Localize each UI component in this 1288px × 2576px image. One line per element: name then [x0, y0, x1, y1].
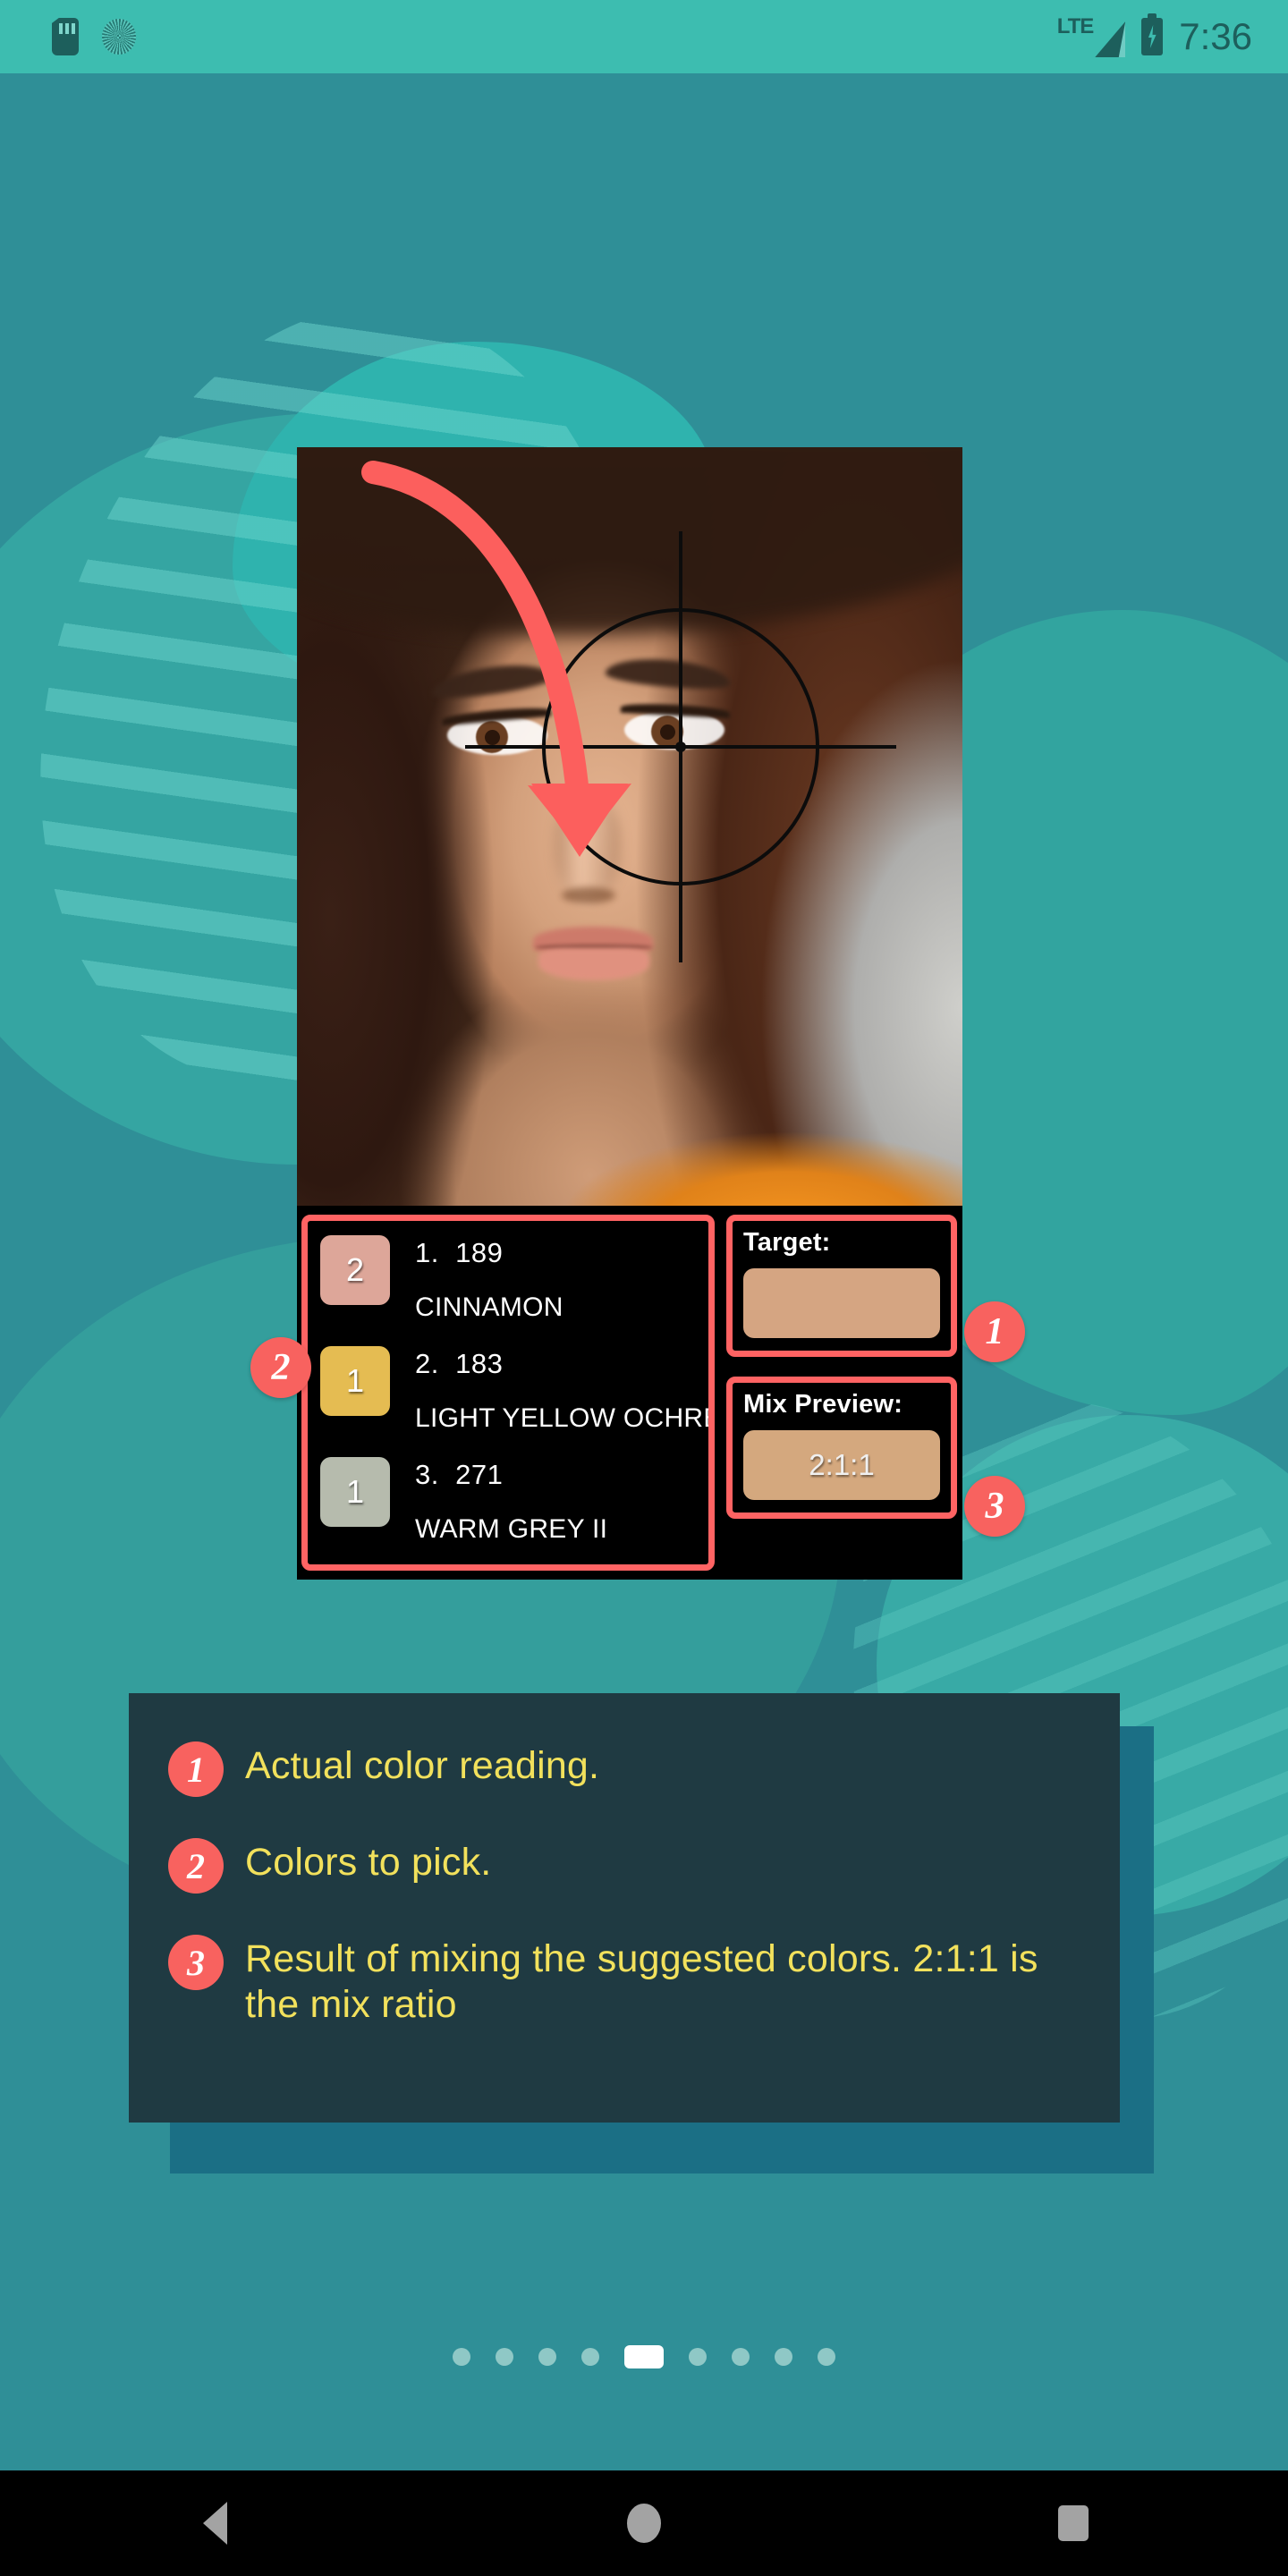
- status-bar-left-icons: [52, 18, 136, 55]
- app-screenshot-photo: [297, 447, 962, 1206]
- status-bar: LTE 7:36: [0, 0, 1288, 73]
- color-row[interactable]: 2 1. 189 CINNAMON: [320, 1230, 708, 1341]
- legend-badge: 3: [168, 1935, 224, 1990]
- legend-card: 1 Actual color reading. 2 Colors to pick…: [129, 1693, 1120, 2123]
- page-dot[interactable]: [453, 2348, 470, 2366]
- legend-text: Actual color reading.: [245, 1744, 600, 1787]
- legend-item: 3 Result of mixing the suggested colors.…: [168, 1933, 1084, 2027]
- page-dot[interactable]: [496, 2348, 513, 2366]
- preview-column: Target: Mix Preview: 2:1:1: [726, 1215, 957, 1519]
- page-dot[interactable]: [538, 2348, 556, 2366]
- back-triangle-icon: [202, 2502, 227, 2545]
- android-nav-bar: [0, 2470, 1288, 2576]
- color-name: CINNAMON: [415, 1292, 564, 1322]
- page-indicator[interactable]: [0, 2345, 1288, 2368]
- battery-charging-icon: [1141, 13, 1164, 55]
- nav-home-button[interactable]: [429, 2504, 859, 2543]
- color-swatch[interactable]: 1: [320, 1346, 390, 1416]
- page-dot[interactable]: [732, 2348, 750, 2366]
- status-bar-right-icons: LTE 7:36: [1057, 13, 1252, 57]
- legend-badge: 1: [168, 1741, 224, 1797]
- signal-icon: LTE: [1057, 16, 1126, 57]
- page-dot[interactable]: [581, 2348, 599, 2366]
- home-circle-icon: [627, 2504, 661, 2543]
- clock-label: 7:36: [1179, 15, 1252, 57]
- color-swatch[interactable]: 1: [320, 1457, 390, 1527]
- network-type-label: LTE: [1056, 14, 1095, 38]
- target-label: Target:: [743, 1228, 831, 1257]
- page-dot[interactable]: [775, 2348, 792, 2366]
- mix-preview-label: Mix Preview:: [743, 1390, 903, 1419]
- nav-back-button[interactable]: [0, 2502, 429, 2545]
- nav-recents-button[interactable]: [859, 2505, 1288, 2541]
- legend-item: 2 Colors to pick.: [168, 1836, 1084, 1894]
- callout-badge-1: 1: [964, 1301, 1025, 1362]
- recents-square-icon: [1058, 2505, 1089, 2541]
- legend-text: Colors to pick.: [245, 1841, 492, 1884]
- mix-preview-chip: 2:1:1: [743, 1430, 940, 1500]
- sync-circle-icon: [102, 19, 136, 55]
- color-name: WARM GREY II: [415, 1514, 608, 1544]
- sd-card-icon: [52, 18, 79, 55]
- legend-badge: 2: [168, 1838, 224, 1894]
- legend-text: Result of mixing the suggested colors. 2…: [245, 1937, 1038, 2026]
- color-index-code: 2. 183: [415, 1348, 504, 1379]
- color-swatch[interactable]: 2: [320, 1235, 390, 1305]
- color-row[interactable]: 1 3. 271 WARM GREY II: [320, 1452, 708, 1563]
- callout-badge-2: 2: [250, 1337, 311, 1398]
- color-index-code: 3. 271: [415, 1459, 504, 1490]
- callout-badge-3: 3: [964, 1476, 1025, 1537]
- color-name: LIGHT YELLOW OCHRE: [415, 1403, 715, 1433]
- legend-item: 1 Actual color reading.: [168, 1740, 1084, 1797]
- target-color-box[interactable]: Target:: [726, 1215, 957, 1357]
- page-dot[interactable]: [689, 2348, 707, 2366]
- target-color-chip: [743, 1268, 940, 1338]
- mix-preview-box[interactable]: Mix Preview: 2:1:1: [726, 1377, 957, 1519]
- color-row[interactable]: 1 2. 183 LIGHT YELLOW OCHRE: [320, 1341, 708, 1452]
- color-index-code: 1. 189: [415, 1237, 504, 1268]
- suggested-colors-list[interactable]: 2 1. 189 CINNAMON 1 2. 183 LIGHT YELLOW …: [301, 1215, 715, 1571]
- page-dot[interactable]: [818, 2348, 835, 2366]
- color-match-panel: 2 1. 189 CINNAMON 1 2. 183 LIGHT YELLOW …: [297, 1206, 962, 1580]
- crosshair-target-icon[interactable]: [465, 531, 896, 962]
- page-dot-active[interactable]: [624, 2345, 664, 2368]
